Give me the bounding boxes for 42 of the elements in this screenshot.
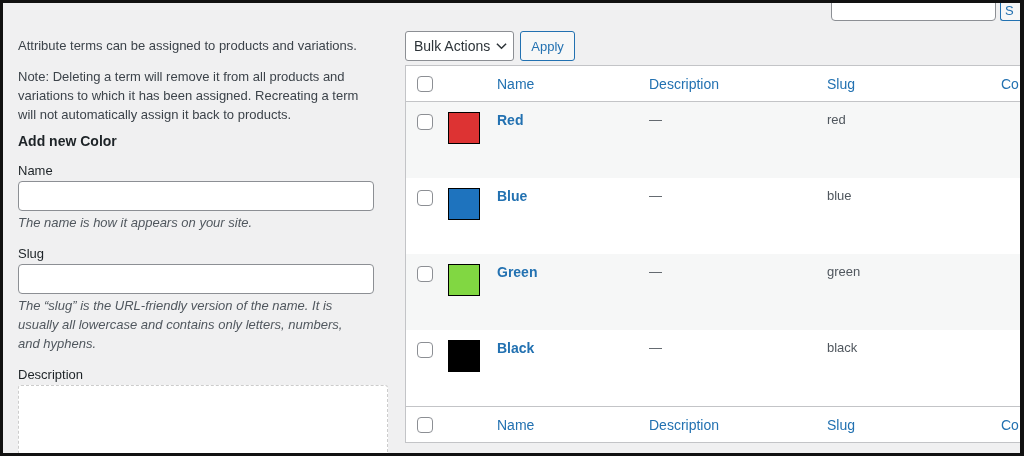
slug-cell-text: green [827, 264, 862, 279]
search-field[interactable] [831, 3, 996, 21]
column-header[interactable]: Slug [827, 75, 1001, 92]
column-header[interactable]: Description [649, 416, 827, 433]
text-field[interactable] [18, 181, 374, 211]
column-header[interactable]: Slug [827, 416, 1001, 433]
slug-cell-text: blue [827, 188, 853, 203]
column-header[interactable]: Name [497, 416, 649, 433]
field-label: Slug [18, 246, 46, 261]
slug-cell-text: black [827, 340, 859, 355]
select-all-checkbox[interactable] [417, 417, 433, 433]
row-checkbox[interactable] [417, 266, 433, 282]
search-button[interactable]: S [1000, 3, 1020, 21]
field-label: Description [18, 367, 85, 382]
row-checkbox[interactable] [417, 190, 433, 206]
text-field[interactable] [18, 264, 374, 294]
select-all-checkbox[interactable] [417, 76, 433, 92]
term-name-link[interactable]: Black [497, 340, 649, 356]
description-cell-text: — [649, 112, 663, 127]
note-text: Note: Deleting a term will remove it from all products and variations to which it has been assigned. Recreating a term will not automatically assign it back to products. [18, 68, 360, 124]
column-header[interactable]: Co [1001, 416, 1020, 433]
bulk-actions-dropdown[interactable]: Bulk Actions [405, 31, 515, 61]
slug-cell-text: red [827, 112, 847, 127]
column-header[interactable]: Description [649, 75, 827, 92]
row-checkbox[interactable] [417, 342, 433, 358]
apply-button[interactable]: Apply [520, 31, 575, 61]
description-cell-text: — [649, 188, 663, 203]
column-header[interactable]: Co [1001, 75, 1020, 92]
term-name-link[interactable]: Red [497, 112, 649, 128]
description-cell-text: — [649, 340, 663, 355]
field-label: Name [18, 163, 54, 178]
field-hint: The name is how it appears on your site. [18, 214, 254, 232]
caret-icon [496, 42, 508, 50]
field-hint: The “slug” is the URL-friendly version of the name. It is usually all lowercase and contains only letters, numbers, and hyphens. [18, 297, 344, 353]
intro-text: Attribute terms can be assigned to products and variations. [18, 37, 358, 55]
term-name-link[interactable]: Green [497, 264, 649, 280]
description-cell-text: — [649, 264, 663, 279]
column-header[interactable]: Name [497, 75, 649, 92]
term-name-link[interactable]: Blue [497, 188, 649, 204]
form-heading: Add new Color [18, 133, 118, 149]
row-checkbox[interactable] [417, 114, 433, 130]
description-field[interactable] [18, 385, 388, 453]
